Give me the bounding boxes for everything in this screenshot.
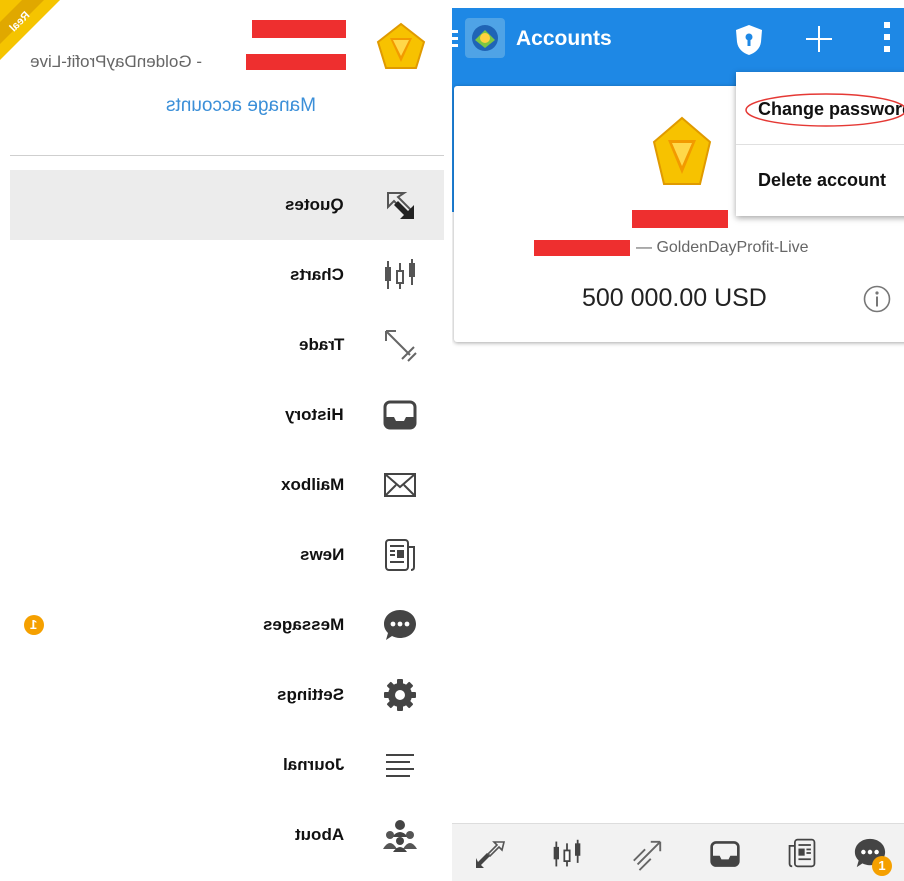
drawer-item-trade[interactable]: Trade bbox=[10, 310, 444, 380]
trade-icon[interactable] bbox=[630, 838, 664, 872]
navigation-drawer: Real - GoldenDayProfit-Live Manage accou… bbox=[0, 0, 452, 881]
drawer-item-label: History bbox=[285, 405, 344, 424]
settings-gear-icon bbox=[384, 679, 416, 711]
news-icon[interactable] bbox=[786, 836, 818, 870]
history-icon[interactable] bbox=[708, 838, 742, 870]
drawer-item-history[interactable]: History bbox=[10, 380, 444, 450]
news-document-icon bbox=[385, 539, 415, 571]
redacted-account-name bbox=[632, 210, 728, 228]
redacted-account-number bbox=[534, 240, 630, 256]
drawer-item-label: Quotes bbox=[285, 195, 344, 214]
candlestick-chart-icon bbox=[385, 259, 415, 289]
accounts-screen: Accounts — GoldenDayProfit-Live 500 000.… bbox=[452, 0, 904, 881]
overflow-menu-popup: Change password Delete account bbox=[736, 72, 904, 216]
drawer-item-label: Journal bbox=[282, 755, 344, 774]
account-balance: 500 000.00 USD bbox=[582, 284, 767, 312]
drawer-account-server: - GoldenDayProfit-Live bbox=[30, 52, 202, 71]
drawer-item-label: Settings bbox=[276, 685, 344, 704]
drawer-item-label: Charts bbox=[290, 265, 344, 284]
drawer-item-journal[interactable]: Journal bbox=[10, 730, 444, 800]
quotes-arrows-icon bbox=[387, 192, 414, 219]
change-password-menu-item[interactable]: Change password bbox=[736, 72, 904, 144]
broker-logo-icon bbox=[376, 22, 426, 69]
add-icon[interactable] bbox=[804, 24, 834, 54]
drawer-item-messages[interactable]: Messages 1 bbox=[10, 590, 444, 660]
highlight-ellipse bbox=[745, 93, 904, 127]
delete-account-menu-item[interactable]: Delete account bbox=[736, 145, 904, 216]
drawer-item-label: Mailbox bbox=[280, 475, 344, 494]
info-icon[interactable] bbox=[862, 284, 892, 314]
metatrader-app-icon[interactable] bbox=[465, 18, 505, 58]
drawer-item-label: News bbox=[299, 545, 344, 564]
drawer-item-mailbox[interactable]: Mailbox bbox=[10, 450, 444, 520]
history-inbox-icon bbox=[383, 400, 417, 430]
drawer-item-label: Messages bbox=[262, 615, 344, 634]
messages-chat-icon bbox=[384, 610, 416, 640]
drawer-divider bbox=[10, 155, 444, 156]
redacted-account-number bbox=[246, 54, 346, 70]
journal-lines-icon bbox=[386, 754, 414, 777]
manage-accounts-link[interactable]: Manage accounts bbox=[166, 92, 316, 120]
shield-icon[interactable] bbox=[735, 24, 763, 56]
drawer-item-quotes[interactable]: Quotes bbox=[10, 170, 444, 240]
messages-badge: 1 bbox=[24, 615, 44, 635]
drawer-item-about[interactable]: About bbox=[10, 800, 444, 870]
drawer-item-charts[interactable]: Charts bbox=[10, 240, 444, 310]
redacted-account-name bbox=[252, 20, 346, 38]
app-title: Accounts bbox=[516, 27, 612, 50]
menu-icon[interactable] bbox=[452, 26, 460, 50]
messages-badge: 1 bbox=[872, 856, 892, 876]
mail-envelope-icon bbox=[384, 473, 416, 497]
overflow-menu-icon[interactable] bbox=[882, 20, 892, 54]
quotes-icon[interactable] bbox=[474, 840, 506, 870]
delete-account-label: Delete account bbox=[758, 170, 887, 190]
drawer-item-label: About bbox=[294, 825, 344, 844]
account-server: — GoldenDayProfit-Live bbox=[636, 239, 809, 256]
broker-logo-icon bbox=[652, 116, 712, 185]
trade-arrows-icon bbox=[385, 330, 417, 362]
app-bar: Accounts bbox=[452, 8, 904, 72]
drawer-item-news[interactable]: News bbox=[10, 520, 444, 590]
drawer-item-label: Trade bbox=[298, 335, 344, 354]
bottom-navigation: 1 bbox=[452, 823, 904, 881]
drawer-item-settings[interactable]: Settings bbox=[10, 660, 444, 730]
charts-icon[interactable] bbox=[550, 838, 584, 870]
about-people-icon bbox=[383, 820, 417, 852]
